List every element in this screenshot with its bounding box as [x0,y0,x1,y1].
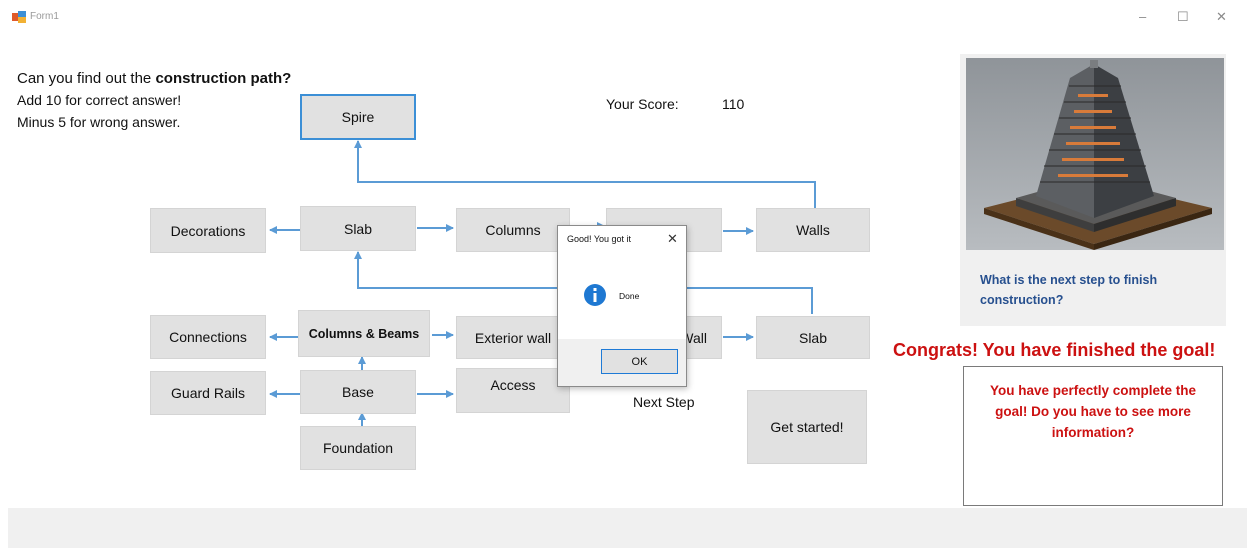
info-icon [584,284,606,306]
dialog-close-button[interactable]: ✕ [667,231,678,247]
question-text: What is the next step to finish construc… [980,273,1158,307]
info-message-text: You have perfectly complete the goal! Do… [989,383,1197,440]
get-started-button[interactable]: Get started! [747,390,867,464]
congrats-text: Congrats! You have finished the goal! [893,340,1216,360]
guard-rails-button[interactable]: Guard Rails [150,371,266,415]
walls-button[interactable]: Walls [756,208,870,252]
columns-button[interactable]: Columns [456,208,570,252]
dialog-ok-button[interactable]: OK [601,349,678,374]
foundation-button[interactable]: Foundation [300,426,416,470]
spire-button[interactable]: Spire [300,94,416,140]
access-button[interactable]: Access [456,368,570,413]
dialog-message: Done [619,291,640,301]
connections-button[interactable]: Connections [150,315,266,359]
slab-top-button[interactable]: Slab [300,206,416,251]
next-step-label: Next Step [633,394,695,410]
base-button[interactable]: Base [300,370,416,414]
dialog-title: Good! You got it [567,234,632,244]
temple-tower-image [966,58,1224,250]
exterior-wall-button[interactable]: Exterior wall [456,316,570,359]
connector-walls-to-spire [354,140,816,208]
decorations-button[interactable]: Decorations [150,208,266,253]
columns-beams-button[interactable]: Columns & Beams [298,310,430,357]
slab-bottom-button[interactable]: Slab [756,316,870,359]
